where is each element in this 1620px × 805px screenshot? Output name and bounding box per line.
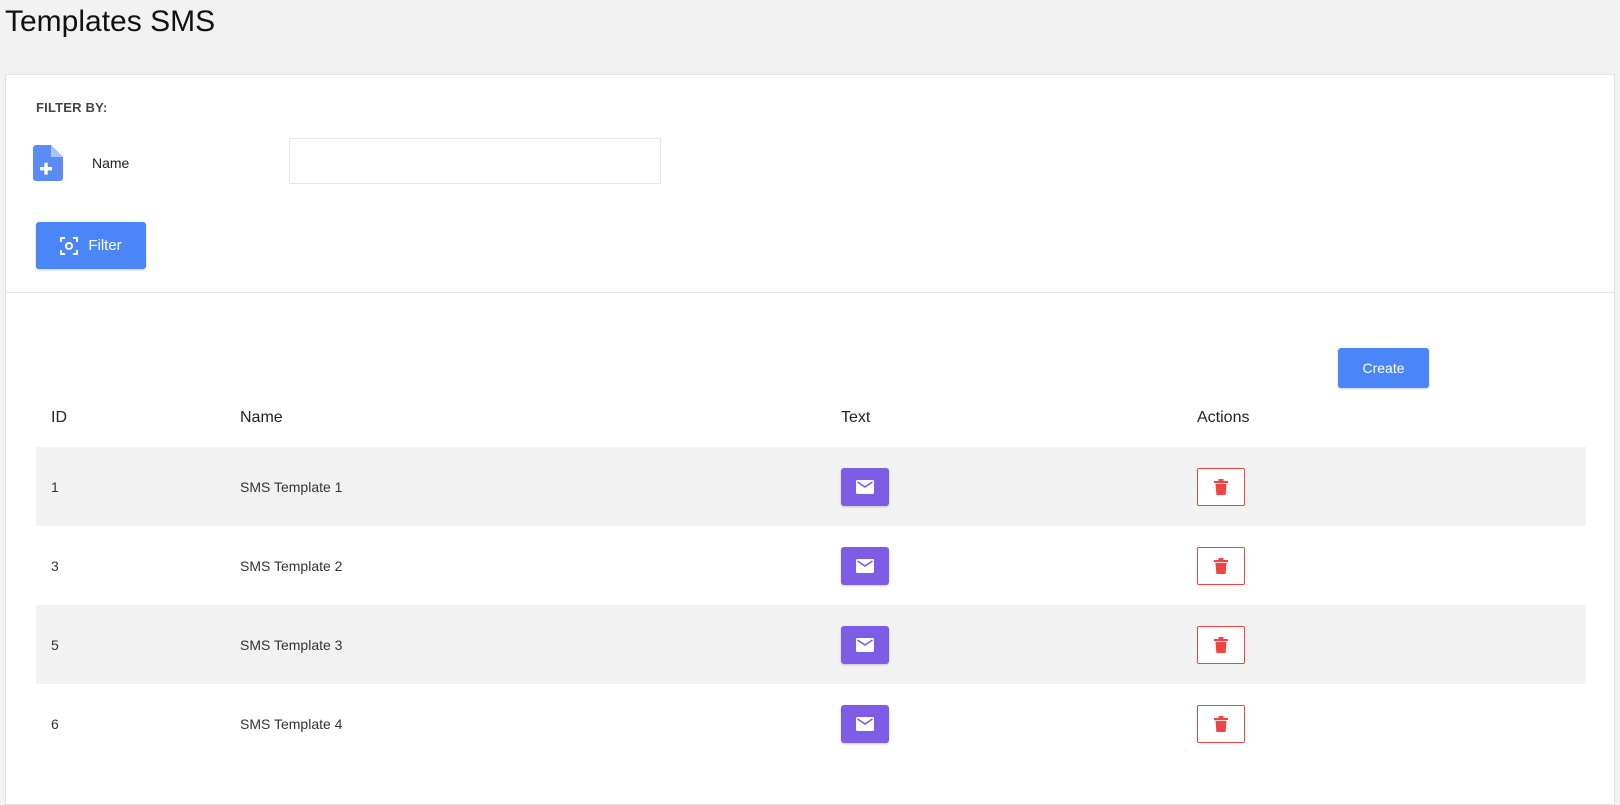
create-button[interactable]: Create xyxy=(1338,348,1429,388)
envelope-icon xyxy=(856,716,874,731)
page-title: Templates SMS xyxy=(5,5,216,38)
table-header: ID Name Text Actions xyxy=(36,389,1586,447)
delete-button[interactable] xyxy=(1197,625,1245,664)
delete-button[interactable] xyxy=(1197,546,1245,585)
column-header-id: ID xyxy=(51,409,67,426)
table-row: 1 SMS Template 1 xyxy=(36,447,1586,526)
filter-button[interactable]: Filter xyxy=(36,222,146,269)
table-row: 3 SMS Template 2 xyxy=(36,526,1586,605)
view-text-button[interactable] xyxy=(841,625,889,664)
filter-button-label: Filter xyxy=(88,237,122,254)
file-add-icon xyxy=(33,145,63,181)
column-header-name: Name xyxy=(240,409,283,426)
column-header-actions: Actions xyxy=(1197,409,1250,426)
row-id: 5 xyxy=(51,636,59,653)
envelope-icon xyxy=(856,637,874,652)
delete-button[interactable] xyxy=(1197,467,1245,506)
view-text-button[interactable] xyxy=(841,704,889,743)
envelope-icon xyxy=(856,479,874,494)
row-name: SMS Template 3 xyxy=(240,636,343,653)
name-filter-input[interactable] xyxy=(289,138,661,184)
view-text-button[interactable] xyxy=(841,467,889,506)
name-filter-label: Name xyxy=(92,155,130,171)
row-id: 6 xyxy=(51,715,59,732)
templates-list-panel: Create ID Name Text Actions 1 SMS Templa… xyxy=(5,292,1615,805)
trash-icon xyxy=(1214,557,1228,574)
row-name: SMS Template 4 xyxy=(240,715,343,732)
templates-table: ID Name Text Actions 1 SMS Template 1 3 … xyxy=(36,389,1586,763)
trash-icon xyxy=(1214,715,1228,732)
view-text-button[interactable] xyxy=(841,546,889,585)
trash-icon xyxy=(1214,478,1228,495)
column-header-text: Text xyxy=(841,409,871,426)
delete-button[interactable] xyxy=(1197,704,1245,743)
table-row: 5 SMS Template 3 xyxy=(36,605,1586,684)
row-id: 1 xyxy=(51,478,59,495)
focus-frame-icon xyxy=(60,236,79,255)
row-name: SMS Template 1 xyxy=(240,478,343,495)
row-name: SMS Template 2 xyxy=(240,557,343,574)
envelope-icon xyxy=(856,558,874,573)
row-id: 3 xyxy=(51,557,59,574)
filter-panel: FILTER BY: Name Filter xyxy=(5,74,1615,292)
table-row: 6 SMS Template 4 xyxy=(36,684,1586,763)
filter-by-heading: FILTER BY: xyxy=(36,100,108,115)
trash-icon xyxy=(1214,636,1228,653)
